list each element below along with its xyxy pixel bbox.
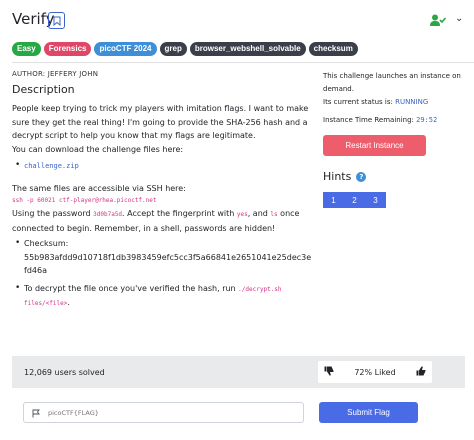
instance-status: Its current status is: RUNNING [323, 98, 429, 106]
status-badge: RUNNING [395, 98, 429, 106]
description-heading: Description [12, 83, 75, 96]
list-item: To decrypt the file once you've verified… [12, 282, 312, 311]
user-check-icon [430, 12, 447, 31]
tag-checksum[interactable]: checksum [308, 42, 358, 56]
question-icon[interactable]: ? [356, 171, 367, 182]
hint-button-3[interactable]: 3 [365, 192, 386, 208]
submit-flag-button[interactable]: Submit Flag [319, 402, 418, 423]
restart-instance-button[interactable]: Restart Instance [323, 135, 426, 156]
flag-icon [32, 403, 40, 422]
hint-button-1[interactable]: 1 [323, 192, 344, 208]
intro-text: People keep trying to trick my players w… [12, 104, 309, 140]
yes-code: yes [236, 211, 248, 218]
flag-input[interactable] [48, 408, 288, 417]
tag-event[interactable]: picoCTF 2024 [94, 42, 157, 56]
like-widget: 72% Liked [318, 361, 432, 383]
header-divider [12, 62, 474, 63]
stats-bar: 12,069 users solved 72% Liked [12, 356, 465, 388]
checksum-value: 55b983afdd9d10718f1db3983459efc5cc3f5a66… [24, 252, 312, 276]
instance-timer: Instance Time Remaining: 29:52 [323, 116, 438, 124]
thumbs-down-icon[interactable] [324, 366, 334, 378]
solved-count: 12,069 users solved [24, 368, 105, 377]
list-item: challenge.zip [12, 159, 312, 174]
liked-percent: 72% Liked [354, 367, 396, 377]
ssh-command: ssh -p 60021 ctf-player@rhea.picoctf.net [12, 197, 157, 204]
tag-grep[interactable]: grep [159, 42, 187, 56]
ssh-text: The same files are accessible via SSH he… [12, 183, 186, 193]
ls-code: ls [270, 211, 278, 218]
author-label: AUTHOR: JEFFERY JOHN [12, 70, 99, 78]
flag-input-wrapper[interactable] [23, 402, 304, 423]
password-code: 3d0b7a5d [93, 211, 123, 218]
chevron-down-icon[interactable]: ⌄ [455, 13, 463, 24]
challenge-description: AUTHOR: JEFFERY JOHN Description People … [12, 70, 312, 311]
hints-header: Hints ? [323, 170, 473, 183]
list-item: Checksum: 55b983afdd9d10718f1db3983459ef… [12, 237, 312, 278]
tag-list: Easy Forensics picoCTF 2024 grep browser… [12, 42, 358, 56]
hint-buttons: 1 2 3 [323, 192, 473, 208]
time-remaining: 29:52 [416, 116, 438, 124]
tag-webshell[interactable]: browser_webshell_solvable [189, 42, 306, 56]
download-text: You can download the challenge files her… [12, 144, 184, 154]
instance-panel: This challenge launches an instance on d… [323, 70, 473, 208]
password-text: Using the password 3d0b7a5d. Accept the … [12, 209, 300, 233]
instance-launch-text: This challenge launches an instance on d… [323, 72, 461, 93]
tag-category[interactable]: Forensics [43, 42, 92, 56]
tag-difficulty[interactable]: Easy [12, 42, 41, 56]
hints-title: Hints [323, 170, 352, 183]
challenge-zip-link[interactable]: challenge.zip [24, 162, 79, 170]
bookmark-icon[interactable] [48, 12, 65, 29]
thumbs-up-icon[interactable] [416, 366, 426, 378]
hint-button-2[interactable]: 2 [344, 192, 365, 208]
checksum-label: Checksum: [24, 239, 69, 248]
